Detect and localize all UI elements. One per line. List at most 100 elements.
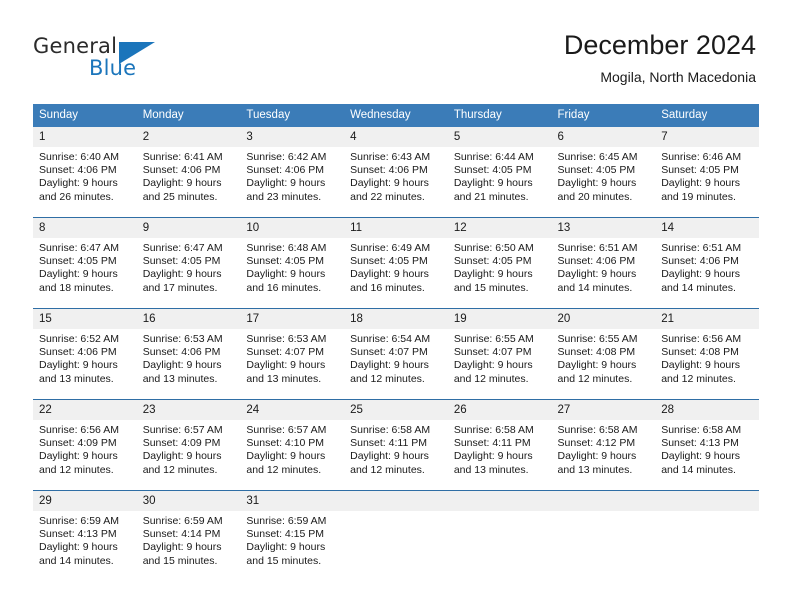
day-cell-content: 3 Sunrise: 6:42 AM Sunset: 4:06 PM Daylight… (240, 127, 345, 217)
sunrise-text: Sunrise: 6:45 AM (557, 151, 638, 163)
day-details: Sunrise: 6:57 AM Sunset: 4:10 PM Daylight:… (240, 420, 344, 477)
sunset-text: Sunset: 4:06 PM (350, 164, 428, 177)
sunrise-text: Sunrise: 6:58 AM (453, 424, 534, 436)
day-details: Sunrise: 6:51 AM Sunset: 4:06 PM Daylight:… (655, 238, 759, 295)
calendar-day-cell[interactable]: 26 Sunrise: 6:58 AM Sunset: 4:11 PM Dayligh… (447, 399, 552, 491)
calendar-day-cell[interactable]: 4 Sunrise: 6:43 AM Sunset: 4:06 PM Daylight… (344, 127, 448, 218)
calendar-day-cell[interactable]: 27 Sunrise: 6:58 AM Sunset: 4:12 PM Dayligh… (551, 399, 656, 491)
calendar-day-cell[interactable]: 23 Sunrise: 6:57 AM Sunset: 4:09 PM Dayligh… (136, 399, 241, 491)
daylight-text-line1: Daylight: 9 hours (39, 359, 118, 372)
sunset-text: Sunset: 4:10 PM (246, 437, 325, 450)
daylight-text-line1: Daylight: 9 hours (453, 177, 533, 190)
calendar-day-cell[interactable]: 14 Sunrise: 6:51 AM Sunset: 4:06 PM Dayligh… (655, 217, 759, 309)
day-number: 24 (240, 400, 345, 420)
day-number: 16 (136, 309, 241, 329)
day-details: Sunrise: 6:51 AM Sunset: 4:06 PM Daylight:… (552, 238, 656, 295)
day-cell-content: 9 Sunrise: 6:47 AM Sunset: 4:05 PM Daylight… (136, 218, 241, 308)
day-cell-content: 10 Sunrise: 6:48 AM Sunset: 4:05 PM Dayligh… (240, 218, 345, 308)
day-details: Sunrise: 6:59 AM Sunset: 4:14 PM Daylight:… (137, 511, 241, 568)
day-cell-content (447, 491, 552, 581)
brand-name-general: General (33, 34, 118, 58)
sunrise-text: Sunrise: 6:46 AM (661, 151, 742, 163)
calendar-day-cell[interactable]: 25 Sunrise: 6:58 AM Sunset: 4:11 PM Dayligh… (344, 399, 448, 491)
sunset-text: Sunset: 4:07 PM (350, 346, 428, 359)
calendar-day-cell[interactable]: 19 Sunrise: 6:55 AM Sunset: 4:07 PM Dayligh… (447, 308, 552, 400)
calendar-day-cell[interactable]: 12 Sunrise: 6:50 AM Sunset: 4:05 PM Dayligh… (447, 217, 552, 309)
sunrise-text: Sunrise: 6:58 AM (661, 424, 742, 436)
daylight-text-line2: and 19 minutes. (661, 190, 736, 203)
sunset-text: Sunset: 4:06 PM (142, 164, 221, 177)
calendar-day-cell[interactable]: 29 Sunrise: 6:59 AM Sunset: 4:13 PM Dayligh… (33, 490, 137, 581)
daylight-text-line1: Daylight: 9 hours (246, 177, 326, 190)
sunset-text: Sunset: 4:06 PM (39, 164, 117, 177)
sunset-text: Sunset: 4:09 PM (142, 437, 221, 450)
daylight-text-line2: and 12 minutes. (142, 463, 218, 476)
day-number (344, 491, 448, 511)
calendar-day-cell[interactable]: 16 Sunrise: 6:53 AM Sunset: 4:06 PM Dayligh… (136, 308, 241, 400)
calendar-day-cell[interactable]: 24 Sunrise: 6:57 AM Sunset: 4:10 PM Dayligh… (240, 399, 345, 491)
calendar-day-cell[interactable]: 6 Sunrise: 6:45 AM Sunset: 4:05 PM Daylight… (551, 127, 656, 218)
sunset-text: Sunset: 4:05 PM (39, 255, 117, 268)
day-details: Sunrise: 6:59 AM Sunset: 4:13 PM Daylight:… (33, 511, 137, 568)
daylight-text-line1: Daylight: 9 hours (557, 450, 637, 463)
calendar-day-cell[interactable]: 17 Sunrise: 6:53 AM Sunset: 4:07 PM Dayligh… (240, 308, 345, 400)
calendar-day-cell[interactable]: 13 Sunrise: 6:51 AM Sunset: 4:06 PM Dayligh… (551, 217, 656, 309)
sunset-text: Sunset: 4:07 PM (246, 346, 325, 359)
daylight-text-line1: Daylight: 9 hours (661, 450, 741, 463)
daylight-text-line2: and 23 minutes. (246, 190, 322, 203)
day-number (551, 491, 656, 511)
calendar-day-cell[interactable]: 2 Sunrise: 6:41 AM Sunset: 4:06 PM Daylight… (136, 127, 241, 218)
sunset-text: Sunset: 4:06 PM (246, 164, 325, 177)
day-cell-content: 2 Sunrise: 6:41 AM Sunset: 4:06 PM Daylight… (136, 127, 241, 217)
day-number: 27 (551, 400, 656, 420)
calendar-day-cell[interactable]: 18 Sunrise: 6:54 AM Sunset: 4:07 PM Dayligh… (344, 308, 448, 400)
calendar-day-cell[interactable]: 10 Sunrise: 6:48 AM Sunset: 4:05 PM Dayligh… (240, 217, 345, 309)
day-cell-content: 11 Sunrise: 6:49 AM Sunset: 4:05 PM Dayligh… (344, 218, 448, 308)
calendar-day-cell[interactable]: 30 Sunrise: 6:59 AM Sunset: 4:14 PM Dayligh… (136, 490, 241, 581)
calendar-week-row: 22 Sunrise: 6:56 AM Sunset: 4:09 PM Dayligh… (33, 399, 759, 491)
day-number: 20 (551, 309, 656, 329)
daylight-text-line2: and 16 minutes. (246, 281, 322, 294)
day-number: 31 (240, 491, 345, 511)
daylight-text-line2: and 12 minutes. (453, 372, 529, 385)
day-cell-content: 25 Sunrise: 6:58 AM Sunset: 4:11 PM Dayligh… (344, 400, 448, 490)
page-subtitle: Mogila, North Macedonia (600, 69, 756, 85)
day-details: Sunrise: 6:58 AM Sunset: 4:11 PM Daylight:… (448, 420, 552, 477)
day-details: Sunrise: 6:47 AM Sunset: 4:05 PM Daylight:… (137, 238, 241, 295)
day-details: Sunrise: 6:45 AM Sunset: 4:05 PM Daylight:… (552, 147, 656, 204)
sunrise-text: Sunrise: 6:53 AM (142, 333, 223, 345)
sunrise-text: Sunrise: 6:54 AM (350, 333, 431, 345)
day-cell-content: 18 Sunrise: 6:54 AM Sunset: 4:07 PM Dayligh… (344, 309, 448, 399)
calendar-day-cell[interactable]: 11 Sunrise: 6:49 AM Sunset: 4:05 PM Dayligh… (344, 217, 448, 309)
sunrise-text: Sunrise: 6:52 AM (39, 333, 119, 345)
sunset-text: Sunset: 4:05 PM (453, 255, 532, 268)
calendar-day-cell[interactable]: 15 Sunrise: 6:52 AM Sunset: 4:06 PM Dayligh… (33, 308, 137, 400)
calendar-day-cell[interactable]: 31 Sunrise: 6:59 AM Sunset: 4:15 PM Dayligh… (240, 490, 345, 581)
day-details: Sunrise: 6:55 AM Sunset: 4:07 PM Daylight:… (448, 329, 552, 386)
calendar-day-cell[interactable]: 20 Sunrise: 6:55 AM Sunset: 4:08 PM Dayligh… (551, 308, 656, 400)
daylight-text-line1: Daylight: 9 hours (453, 268, 533, 281)
daylight-text-line1: Daylight: 9 hours (39, 541, 118, 554)
sunset-text: Sunset: 4:06 PM (39, 346, 117, 359)
calendar-day-cell-empty (344, 490, 448, 581)
day-details: Sunrise: 6:41 AM Sunset: 4:06 PM Daylight:… (137, 147, 241, 204)
calendar-day-cell[interactable]: 21 Sunrise: 6:56 AM Sunset: 4:08 PM Dayligh… (655, 308, 759, 400)
day-details: Sunrise: 6:46 AM Sunset: 4:05 PM Daylight:… (655, 147, 759, 204)
calendar-day-cell[interactable]: 7 Sunrise: 6:46 AM Sunset: 4:05 PM Daylight… (655, 127, 759, 218)
day-number: 18 (344, 309, 448, 329)
calendar-page: General Blue December 2024 Mogila, North… (0, 0, 792, 612)
day-details: Sunrise: 6:56 AM Sunset: 4:09 PM Daylight:… (33, 420, 137, 477)
calendar-day-cell[interactable]: 28 Sunrise: 6:58 AM Sunset: 4:13 PM Dayligh… (655, 399, 759, 491)
calendar-day-cell[interactable]: 3 Sunrise: 6:42 AM Sunset: 4:06 PM Daylight… (240, 127, 345, 218)
calendar-day-cell-empty (447, 490, 552, 581)
day-cell-content: 7 Sunrise: 6:46 AM Sunset: 4:05 PM Daylight… (655, 127, 759, 217)
calendar-day-cell[interactable]: 9 Sunrise: 6:47 AM Sunset: 4:05 PM Daylight… (136, 217, 241, 309)
daylight-text-line2: and 12 minutes. (557, 372, 633, 385)
day-cell-content: 29 Sunrise: 6:59 AM Sunset: 4:13 PM Dayligh… (33, 491, 137, 581)
calendar-day-cell[interactable]: 5 Sunrise: 6:44 AM Sunset: 4:05 PM Daylight… (447, 127, 552, 218)
calendar-day-cell[interactable]: 1 Sunrise: 6:40 AM Sunset: 4:06 PM Daylight… (33, 127, 137, 218)
calendar-day-cell[interactable]: 22 Sunrise: 6:56 AM Sunset: 4:09 PM Dayligh… (33, 399, 137, 491)
brand-logo[interactable]: General Blue (33, 34, 253, 86)
calendar-day-cell[interactable]: 8 Sunrise: 6:47 AM Sunset: 4:05 PM Daylight… (33, 217, 137, 309)
sunrise-text: Sunrise: 6:42 AM (246, 151, 327, 163)
